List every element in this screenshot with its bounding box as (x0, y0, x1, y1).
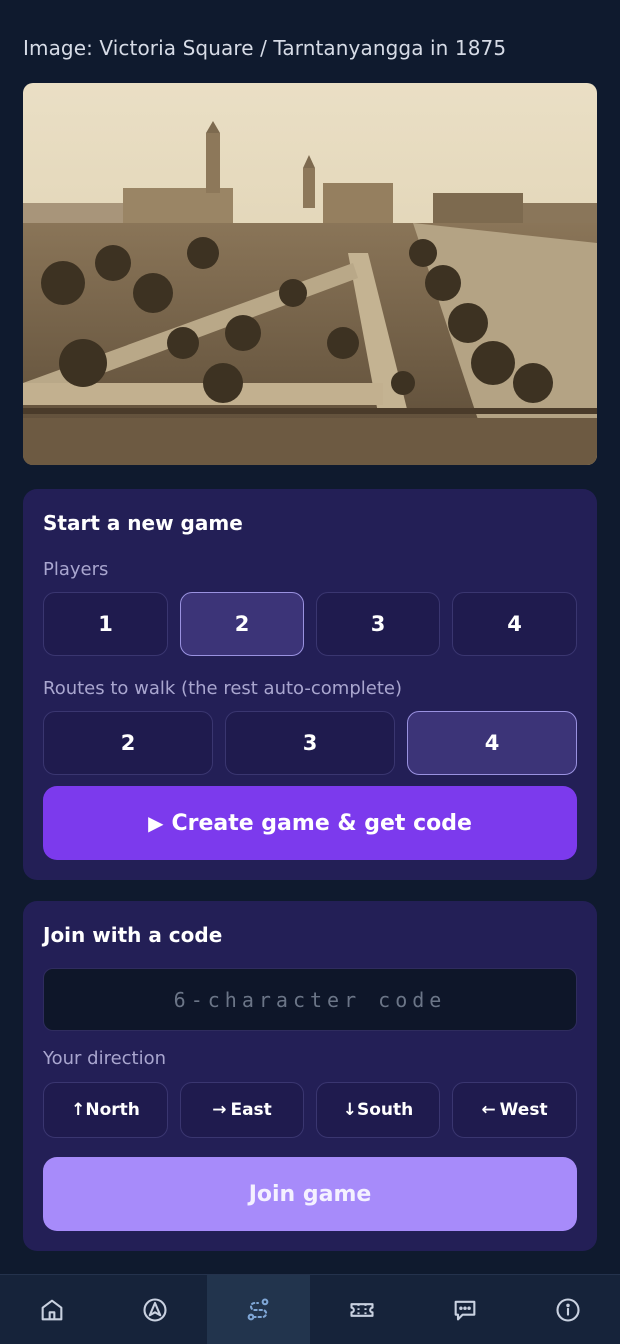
players-option-2[interactable]: 2 (180, 592, 304, 656)
nav-home[interactable] (0, 1275, 103, 1344)
ticket-icon (350, 1302, 374, 1317)
nav-navigate[interactable] (103, 1275, 206, 1344)
direction-north-label: North (85, 1100, 140, 1120)
historic-photo (23, 83, 597, 465)
code-input[interactable] (43, 968, 577, 1031)
direction-east-button[interactable]: → East (180, 1082, 304, 1138)
direction-north-button[interactable]: ↑ North (43, 1082, 168, 1138)
direction-south-button[interactable]: ↓ South (316, 1082, 440, 1138)
nav-routes[interactable] (206, 1275, 310, 1344)
arrow-left-icon: ← (481, 1100, 496, 1120)
chat-icon (454, 1300, 476, 1320)
home-icon (41, 1299, 63, 1320)
join-game-button[interactable]: Join game (43, 1157, 577, 1231)
direction-west-button[interactable]: ← West (452, 1082, 577, 1138)
direction-label: Your direction (43, 1048, 167, 1069)
arrow-right-icon: → (212, 1100, 227, 1120)
info-icon (556, 1297, 580, 1322)
bottom-nav (0, 1274, 620, 1344)
join-game-label: Join game (248, 1181, 372, 1207)
new-game-card: Start a new game Players 1 2 3 4 Routes … (23, 489, 597, 880)
image-caption: Image: Victoria Square / Tarntanyangga i… (23, 36, 507, 60)
routes-option-4[interactable]: 4 (407, 711, 577, 775)
navigation-icon (143, 1297, 167, 1322)
direction-east-label: East (230, 1100, 272, 1120)
arrow-down-icon: ↓ (342, 1100, 357, 1120)
players-label: Players (43, 559, 109, 580)
routes-label: Routes to walk (the rest auto-complete) (43, 678, 402, 699)
direction-south-label: South (356, 1100, 414, 1120)
nav-chat[interactable] (413, 1275, 516, 1344)
direction-west-label: West (499, 1100, 548, 1120)
nav-tickets[interactable] (310, 1275, 413, 1344)
routes-option-2[interactable]: 2 (43, 711, 213, 775)
join-title: Join with a code (43, 923, 223, 947)
players-option-4[interactable]: 4 (452, 592, 577, 656)
create-game-button[interactable]: ▶ Create game & get code (43, 786, 577, 860)
new-game-title: Start a new game (43, 511, 243, 535)
players-option-3[interactable]: 3 (316, 592, 440, 656)
play-icon: ▶ (148, 811, 164, 835)
arrow-up-icon: ↑ (71, 1100, 86, 1120)
route-icon (247, 1297, 269, 1320)
nav-info[interactable] (517, 1275, 620, 1344)
players-option-1[interactable]: 1 (43, 592, 168, 656)
routes-option-3[interactable]: 3 (225, 711, 395, 775)
join-card: Join with a code Your direction ↑ North … (23, 901, 597, 1251)
create-game-label: Create game & get code (171, 810, 472, 836)
